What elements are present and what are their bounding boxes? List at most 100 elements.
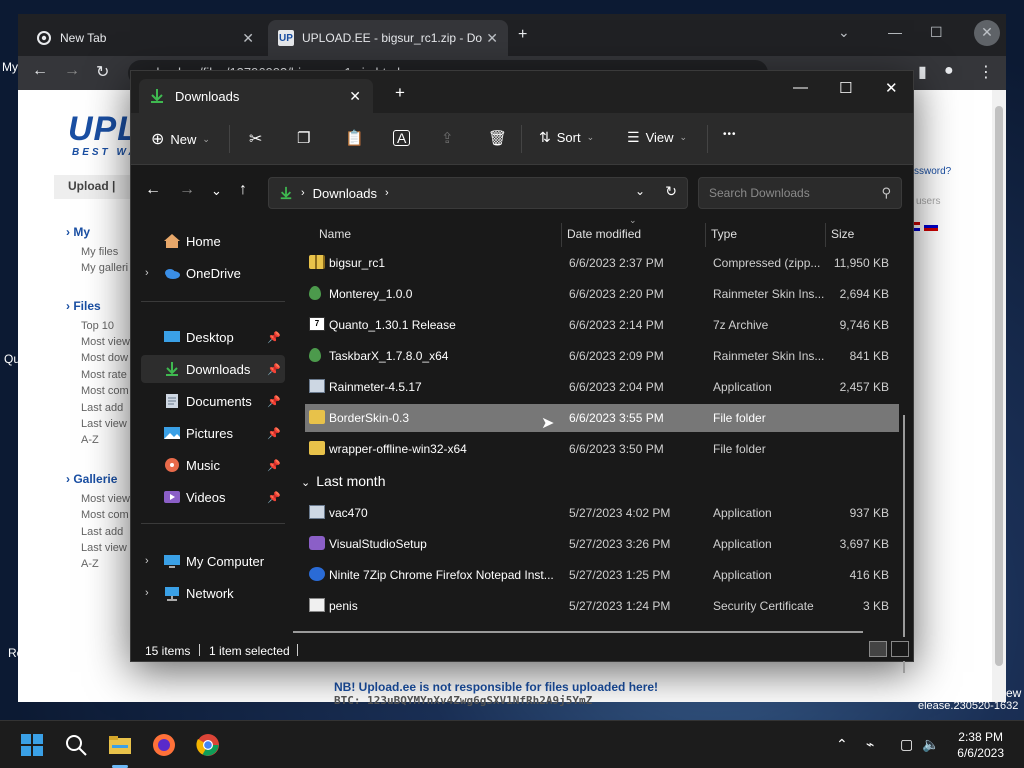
sidebar-heading-files[interactable]: › Files <box>66 299 101 313</box>
pin-icon[interactable]: 📌 <box>267 363 281 376</box>
page-scrollbar[interactable] <box>992 90 1006 702</box>
pin-icon[interactable]: 📌 <box>267 491 281 504</box>
close-tab-icon[interactable]: ✕ <box>242 30 254 47</box>
chevron-right-icon[interactable]: › <box>145 555 149 567</box>
close-tab-icon[interactable]: ✕ <box>349 88 361 105</box>
tiles-view-icon[interactable] <box>891 641 909 657</box>
paste-icon[interactable]: 📋 <box>345 129 364 147</box>
sidebar-heading-my[interactable]: › My <box>66 225 90 239</box>
new-tab-plus-icon[interactable]: + <box>518 26 527 44</box>
upload-ee-logo[interactable]: UPL <box>68 110 139 149</box>
table-row-selected[interactable]: BorderSkin-0.3 6/6/2023 3:55 PM File fol… <box>305 404 899 432</box>
sidebar-link[interactable]: My galleri <box>81 262 128 274</box>
sidebar-link[interactable]: Last view <box>81 542 127 554</box>
column-header-name[interactable]: Name <box>319 227 351 241</box>
more-options-icon[interactable]: ••• <box>723 129 737 140</box>
forgot-password-link[interactable]: ssword? <box>914 166 951 177</box>
sidebar-link[interactable]: Last view <box>81 418 127 430</box>
sidebar-link[interactable]: A-Z <box>81 434 99 446</box>
maximize-icon[interactable]: ☐ <box>930 24 943 41</box>
horizontal-scrollbar[interactable] <box>293 631 863 633</box>
reload-icon[interactable]: ↻ <box>96 62 109 82</box>
address-dropdown-icon[interactable]: ⌄ <box>635 184 645 198</box>
start-windows-icon[interactable] <box>20 733 44 757</box>
sidebar-link[interactable]: Last add <box>81 402 123 414</box>
table-row[interactable]: bigsur_rc1 6/6/2023 2:37 PM Compressed (… <box>305 249 899 277</box>
table-row[interactable]: VisualStudioSetup 5/27/2023 3:26 PM Appl… <box>305 530 899 558</box>
table-row[interactable]: TaskbarX_1.7.8.0_x64 6/6/2023 2:09 PM Ra… <box>305 342 899 370</box>
pin-icon[interactable]: 📌 <box>267 459 281 472</box>
clock[interactable]: 2:38 PM 6/6/2023 <box>957 729 1004 761</box>
table-row[interactable]: vac470 5/27/2023 4:02 PM Application 937… <box>305 499 899 527</box>
column-header-type[interactable]: Type <box>711 227 737 241</box>
volume-icon[interactable]: 🔈 <box>922 736 939 753</box>
address-bar[interactable]: › Downloads › ⌄ ↻ <box>268 177 688 209</box>
close-tab-icon[interactable]: ✕ <box>486 30 498 47</box>
table-row[interactable]: 7 Quanto_1.30.1 Release 6/6/2023 2:14 PM… <box>305 311 899 339</box>
sidebar-link[interactable]: Most com <box>81 509 129 521</box>
chrome-tab-new-tab[interactable]: New Tab ✕ <box>26 20 264 56</box>
copy-icon[interactable]: ❐ <box>297 129 310 147</box>
sidebar-link[interactable]: Most rate <box>81 369 127 381</box>
menu-icon[interactable]: ⋮ <box>978 62 994 82</box>
network-off-icon[interactable]: ⌁ <box>866 736 874 753</box>
language-flag-icon[interactable] <box>924 222 938 231</box>
chrome-tab-upload[interactable]: UP UPLOAD.EE - bigsur_rc1.zip - Dow ✕ <box>268 20 508 56</box>
minimize-icon[interactable]: — <box>888 24 902 40</box>
profile-icon[interactable]: ● <box>944 62 954 80</box>
nav-item-documents[interactable]: Documents 📌 <box>141 387 285 415</box>
back-icon[interactable]: ← <box>32 62 48 80</box>
chevron-down-icon[interactable]: ⌄ <box>838 24 850 41</box>
nav-item-desktop[interactable]: Desktop 📌 <box>141 323 285 351</box>
table-row[interactable]: Rainmeter-4.5.17 6/6/2023 2:04 PM Applic… <box>305 373 899 401</box>
sidebar-link[interactable]: Most com <box>81 385 129 397</box>
pin-icon[interactable]: 📌 <box>267 395 281 408</box>
recent-locations-chevron-icon[interactable]: ⌄ <box>211 183 222 199</box>
refresh-icon[interactable]: ↻ <box>665 183 677 200</box>
chevron-up-icon[interactable]: ⌃ <box>836 736 848 753</box>
search-input[interactable]: Search Downloads ⚲ <box>698 177 902 209</box>
sidebar-link[interactable]: Top 10 <box>81 320 114 332</box>
close-window-icon[interactable]: ✕ <box>974 20 1000 46</box>
details-view-icon[interactable] <box>869 641 887 657</box>
chevron-right-icon[interactable]: › <box>145 267 149 279</box>
sidebar-link[interactable]: My files <box>81 246 118 258</box>
share-icon[interactable]: ⇪ <box>441 129 454 147</box>
maximize-icon[interactable]: ☐ <box>839 79 852 97</box>
nav-item-downloads[interactable]: Downloads 📌 <box>141 355 285 383</box>
nav-item-pictures[interactable]: Pictures 📌 <box>141 419 285 447</box>
table-row[interactable]: Monterey_1.0.0 6/6/2023 2:20 PM Rainmete… <box>305 280 899 308</box>
pin-icon[interactable]: 📌 <box>267 331 281 344</box>
back-icon[interactable]: ← <box>145 181 161 199</box>
nav-item-onedrive[interactable]: › OneDrive <box>141 259 285 287</box>
sidebar-heading-galleries[interactable]: › Gallerie <box>66 472 117 486</box>
search-icon[interactable] <box>64 733 88 757</box>
nav-item-videos[interactable]: Videos 📌 <box>141 483 285 511</box>
sidebar-link[interactable]: Most view <box>81 336 130 348</box>
group-header-last-month[interactable]: ⌄ Last month <box>301 473 385 489</box>
sidebar-link[interactable]: A-Z <box>81 558 99 570</box>
pin-icon[interactable]: 📌 <box>267 427 281 440</box>
display-icon[interactable]: ▢ <box>900 736 913 753</box>
breadcrumb[interactable]: Downloads <box>313 186 377 201</box>
new-tab-plus-icon[interactable]: + <box>395 83 405 103</box>
file-explorer-icon[interactable] <box>108 733 132 757</box>
nav-item-home[interactable]: Home <box>141 227 285 255</box>
sidebar-link[interactable]: Most view <box>81 493 130 505</box>
chrome-icon[interactable] <box>196 733 220 757</box>
explorer-tab-downloads[interactable]: Downloads ✕ <box>139 79 373 113</box>
firefox-icon[interactable] <box>152 733 176 757</box>
sort-button[interactable]: ⇅ Sort ⌄ <box>539 129 594 146</box>
rename-icon[interactable]: A <box>393 130 411 146</box>
table-row[interactable]: wrapper-offline-win32-x64 6/6/2023 3:50 … <box>305 435 899 463</box>
nav-item-network[interactable]: › Network <box>141 579 285 607</box>
column-header-size[interactable]: Size <box>831 227 854 241</box>
forward-icon[interactable]: → <box>64 62 80 80</box>
forward-icon[interactable]: → <box>179 181 195 199</box>
cut-icon[interactable]: ✂ <box>249 129 262 149</box>
sidebar-link[interactable]: Last add <box>81 526 123 538</box>
nav-item-music[interactable]: Music 📌 <box>141 451 285 479</box>
delete-icon[interactable]: 🗑 <box>488 129 507 147</box>
sidebar-link[interactable]: Most dow <box>81 352 128 364</box>
table-row[interactable]: Ninite 7Zip Chrome Firefox Notepad Inst.… <box>305 561 899 589</box>
